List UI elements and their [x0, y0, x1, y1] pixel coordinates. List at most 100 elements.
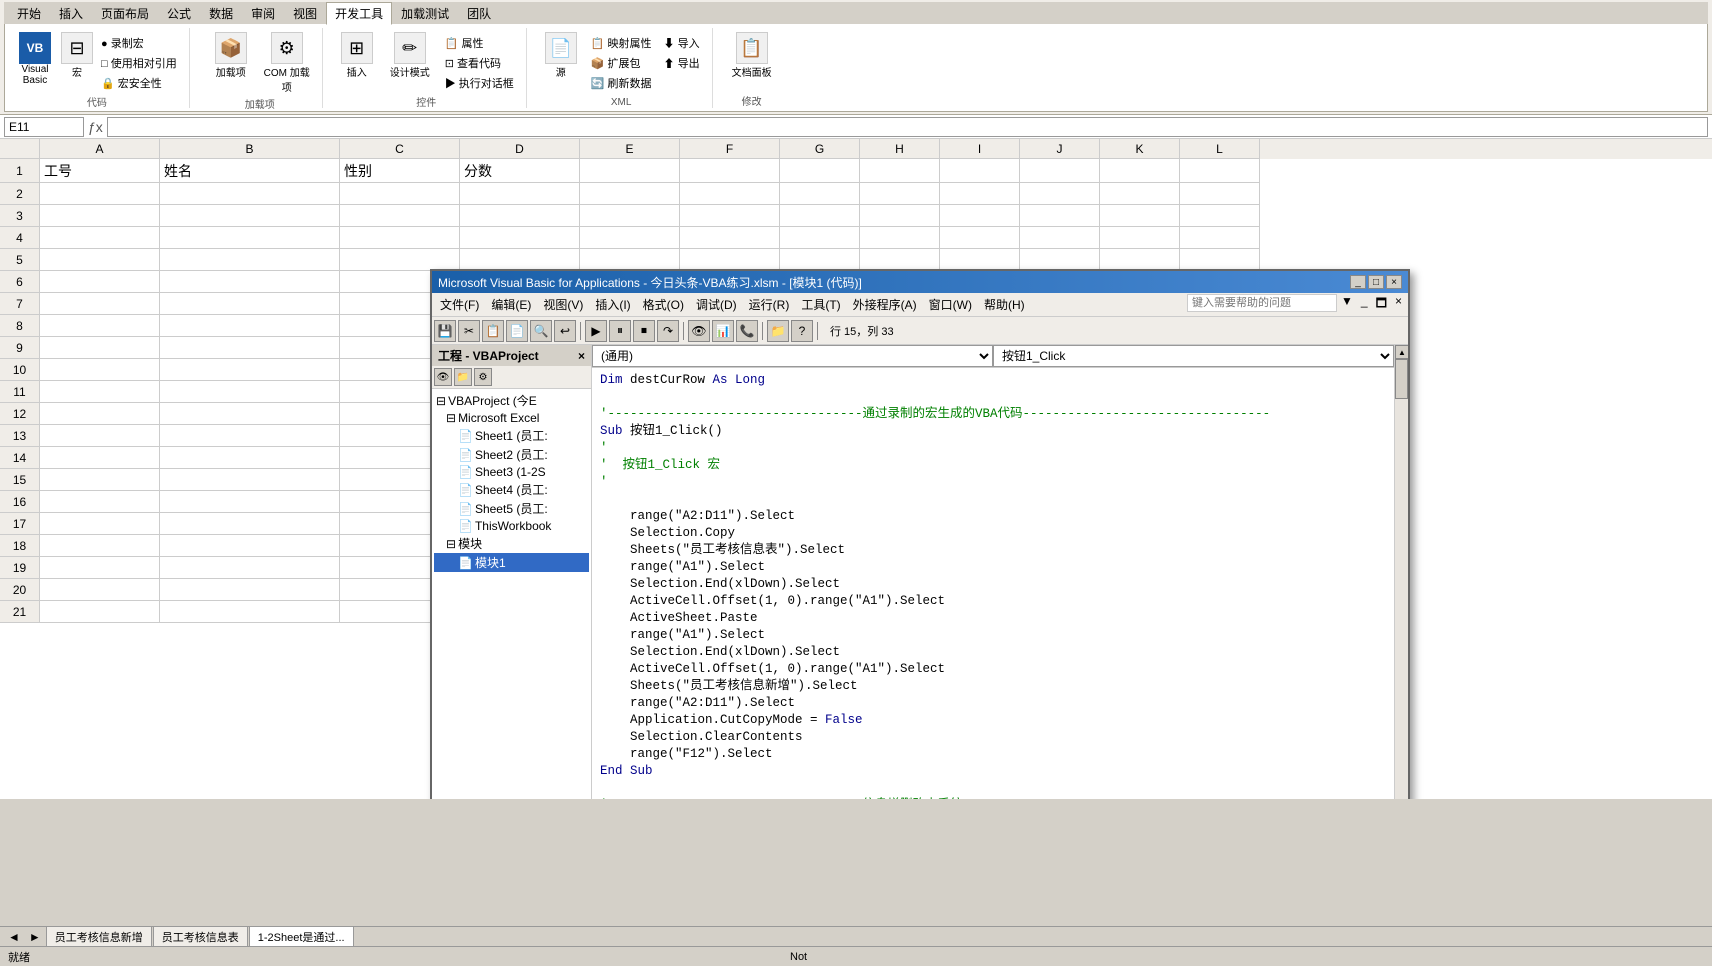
tab-start[interactable]: 开始 — [8, 2, 50, 24]
vba-tb-calls[interactable]: 📞 — [736, 320, 758, 342]
vba-tb-paste[interactable]: 📄 — [506, 320, 528, 342]
cell-D2[interactable] — [460, 183, 580, 205]
row-header-9[interactable]: 9 — [0, 337, 40, 359]
tab-layout[interactable]: 页面布局 — [92, 2, 158, 24]
vba-help-search[interactable] — [1187, 294, 1337, 312]
cell-A5[interactable] — [40, 249, 160, 271]
cell-B8[interactable] — [160, 315, 340, 337]
btn-xml-source[interactable]: 📄 源 — [539, 32, 583, 79]
tree-item-thisworkbook[interactable]: 📄ThisWorkbook — [434, 518, 589, 534]
cell-A1[interactable]: 工号 — [40, 159, 160, 183]
cell-A6[interactable] — [40, 271, 160, 293]
cell-F4[interactable] — [680, 227, 780, 249]
cell-A17[interactable] — [40, 513, 160, 535]
cell-A13[interactable] — [40, 425, 160, 447]
cell-C3[interactable] — [340, 205, 460, 227]
cell-B21[interactable] — [160, 601, 340, 623]
cell-F5[interactable] — [680, 249, 780, 271]
cell-I3[interactable] — [940, 205, 1020, 227]
cell-A16[interactable] — [40, 491, 160, 513]
cell-A7[interactable] — [40, 293, 160, 315]
vba-proj-tb-folder[interactable]: 📁 — [454, 368, 472, 386]
btn-map-props[interactable]: 📋 映射属性 — [587, 34, 656, 52]
cell-J4[interactable] — [1020, 227, 1100, 249]
row-header-4[interactable]: 4 — [0, 227, 40, 249]
sheet-tab-nav-left[interactable]: ◄ — [4, 930, 24, 944]
cell-B16[interactable] — [160, 491, 340, 513]
cell-K5[interactable] — [1100, 249, 1180, 271]
cell-H4[interactable] — [860, 227, 940, 249]
col-header-I[interactable]: I — [940, 139, 1020, 159]
tab-view[interactable]: 视图 — [284, 2, 326, 24]
vba-tb-stop[interactable]: ⏹ — [633, 320, 655, 342]
col-header-H[interactable]: H — [860, 139, 940, 159]
vba-menu-tools[interactable]: 工具(T) — [795, 294, 846, 315]
cell-B13[interactable] — [160, 425, 340, 447]
formula-input[interactable] — [107, 117, 1708, 137]
btn-expand-pack[interactable]: 📦 扩展包 — [587, 54, 656, 72]
vba-tb-break[interactable]: ⏸ — [609, 320, 631, 342]
cell-G4[interactable] — [780, 227, 860, 249]
btn-doc-panel[interactable]: 📋 文档面板 — [725, 32, 779, 79]
cell-B6[interactable] — [160, 271, 340, 293]
cell-B20[interactable] — [160, 579, 340, 601]
cell-A18[interactable] — [40, 535, 160, 557]
cell-A9[interactable] — [40, 337, 160, 359]
cell-H1[interactable] — [860, 159, 940, 183]
cell-C1[interactable]: 性别 — [340, 159, 460, 183]
cell-A4[interactable] — [40, 227, 160, 249]
cell-J3[interactable] — [1020, 205, 1100, 227]
name-box[interactable] — [4, 117, 84, 137]
vba-maximize-btn[interactable]: □ — [1368, 275, 1384, 289]
cell-G3[interactable] — [780, 205, 860, 227]
cell-L1[interactable] — [1180, 159, 1260, 183]
cell-I4[interactable] — [940, 227, 1020, 249]
btn-com-addins[interactable]: ⚙ COM 加载项 — [260, 32, 314, 94]
vba-minimize-btn[interactable]: _ — [1350, 275, 1366, 289]
tab-formula[interactable]: 公式 — [158, 2, 200, 24]
cell-A19[interactable] — [40, 557, 160, 579]
cell-H2[interactable] — [860, 183, 940, 205]
btn-relative-ref[interactable]: □ 使用相对引用 — [97, 54, 181, 72]
vba-tb-project[interactable]: 📁 — [767, 320, 789, 342]
vba-window-resize-icon[interactable]: 🗖 — [1372, 294, 1391, 315]
cell-J1[interactable] — [1020, 159, 1100, 183]
row-header-18[interactable]: 18 — [0, 535, 40, 557]
cell-G2[interactable] — [780, 183, 860, 205]
cell-B14[interactable] — [160, 447, 340, 469]
cell-K2[interactable] — [1100, 183, 1180, 205]
btn-design-mode[interactable]: ✏ 设计模式 — [383, 32, 437, 79]
vba-tb-copy[interactable]: 📋 — [482, 320, 504, 342]
cell-B11[interactable] — [160, 381, 340, 403]
row-header-5[interactable]: 5 — [0, 249, 40, 271]
cell-A20[interactable] — [40, 579, 160, 601]
cell-B12[interactable] — [160, 403, 340, 425]
btn-properties[interactable]: 📋 属性 — [441, 34, 518, 52]
cell-D3[interactable] — [460, 205, 580, 227]
cell-B9[interactable] — [160, 337, 340, 359]
btn-visual-basic[interactable]: VB Visual Basic — [13, 32, 57, 86]
col-header-L[interactable]: L — [1180, 139, 1260, 159]
tab-developer[interactable]: 开发工具 — [326, 2, 392, 25]
cell-C4[interactable] — [340, 227, 460, 249]
btn-addins[interactable]: 📦 加载项 — [206, 32, 256, 79]
cell-A11[interactable] — [40, 381, 160, 403]
cell-I5[interactable] — [940, 249, 1020, 271]
col-header-J[interactable]: J — [1020, 139, 1100, 159]
cell-B10[interactable] — [160, 359, 340, 381]
vba-tb-cut[interactable]: ✂ — [458, 320, 480, 342]
vba-menu-addins[interactable]: 外接程序(A) — [847, 294, 923, 315]
vba-menu-debug[interactable]: 调试(D) — [690, 294, 743, 315]
vba-menu-view[interactable]: 视图(V) — [537, 294, 589, 315]
cell-A12[interactable] — [40, 403, 160, 425]
row-header-8[interactable]: 8 — [0, 315, 40, 337]
btn-refresh-data[interactable]: 🔄 刷新数据 — [587, 74, 656, 92]
cell-F1[interactable] — [680, 159, 780, 183]
sheet-tab-nav-right[interactable]: ► — [25, 930, 45, 944]
col-header-F[interactable]: F — [680, 139, 780, 159]
cell-L5[interactable] — [1180, 249, 1260, 271]
vba-menu-file[interactable]: 文件(F) — [434, 294, 485, 315]
btn-dialog[interactable]: ▶ 执行对话框 — [441, 74, 518, 92]
vba-menu-edit[interactable]: 编辑(E) — [485, 294, 537, 315]
sheet-tab-1[interactable]: 员工考核信息新增 — [46, 926, 152, 946]
